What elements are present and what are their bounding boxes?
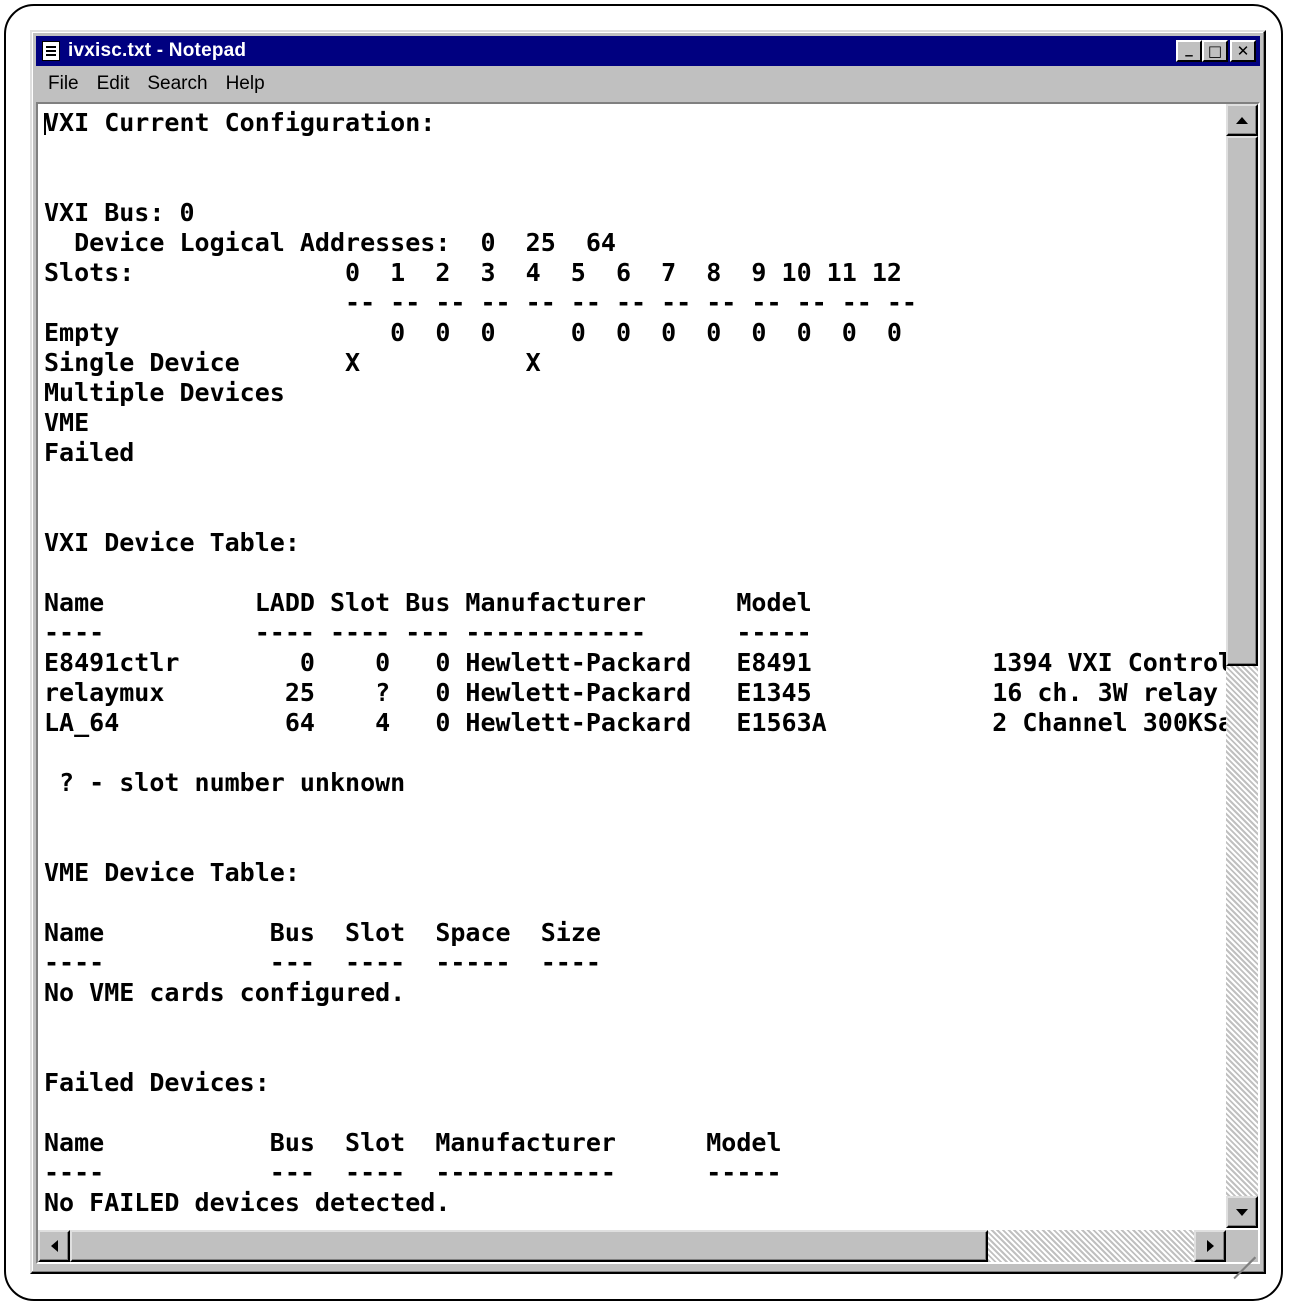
arrow-left-icon: [50, 1240, 58, 1252]
close-button[interactable]: ✕: [1230, 40, 1256, 62]
document-text[interactable]: VXI Current Configuration: VXI Bus: 0 De…: [44, 108, 1230, 1218]
menu-search[interactable]: Search: [147, 73, 207, 95]
menu-file[interactable]: File: [48, 73, 79, 95]
minimize-icon: _: [1185, 39, 1193, 57]
close-icon: ✕: [1236, 42, 1250, 60]
maximize-button[interactable]: □: [1202, 40, 1228, 62]
horizontal-scroll-thumb[interactable]: [70, 1230, 988, 1262]
notepad-window: ivxisc.txt - Notepad _ □ ✕ File Edit Sea…: [30, 30, 1266, 1280]
text-caret: [44, 113, 46, 135]
arrow-right-icon: [1206, 1240, 1214, 1252]
window-title: ivxisc.txt - Notepad: [68, 40, 247, 61]
arrow-down-icon: [1236, 1208, 1248, 1216]
scroll-down-button[interactable]: [1226, 1196, 1258, 1228]
vertical-scrollbar[interactable]: [1226, 104, 1258, 1228]
maximize-icon: □: [1207, 42, 1223, 60]
scroll-right-button[interactable]: [1194, 1230, 1226, 1262]
horizontal-scrollbar[interactable]: [38, 1230, 1226, 1262]
scroll-left-button[interactable]: [38, 1230, 70, 1262]
text-editor[interactable]: VXI Current Configuration: VXI Bus: 0 De…: [36, 102, 1260, 1280]
minimize-button[interactable]: _: [1176, 39, 1202, 62]
arrow-up-icon: [1236, 116, 1248, 124]
notepad-icon[interactable]: [42, 41, 60, 61]
menu-bar: File Edit Search Help: [36, 70, 1260, 98]
scroll-up-button[interactable]: [1226, 104, 1258, 136]
resize-grip-icon[interactable]: [1226, 1230, 1258, 1280]
menu-help[interactable]: Help: [226, 73, 265, 95]
title-bar[interactable]: ivxisc.txt - Notepad _ □ ✕: [36, 36, 1260, 66]
vertical-scroll-thumb[interactable]: [1226, 136, 1258, 666]
menu-edit[interactable]: Edit: [97, 73, 130, 95]
